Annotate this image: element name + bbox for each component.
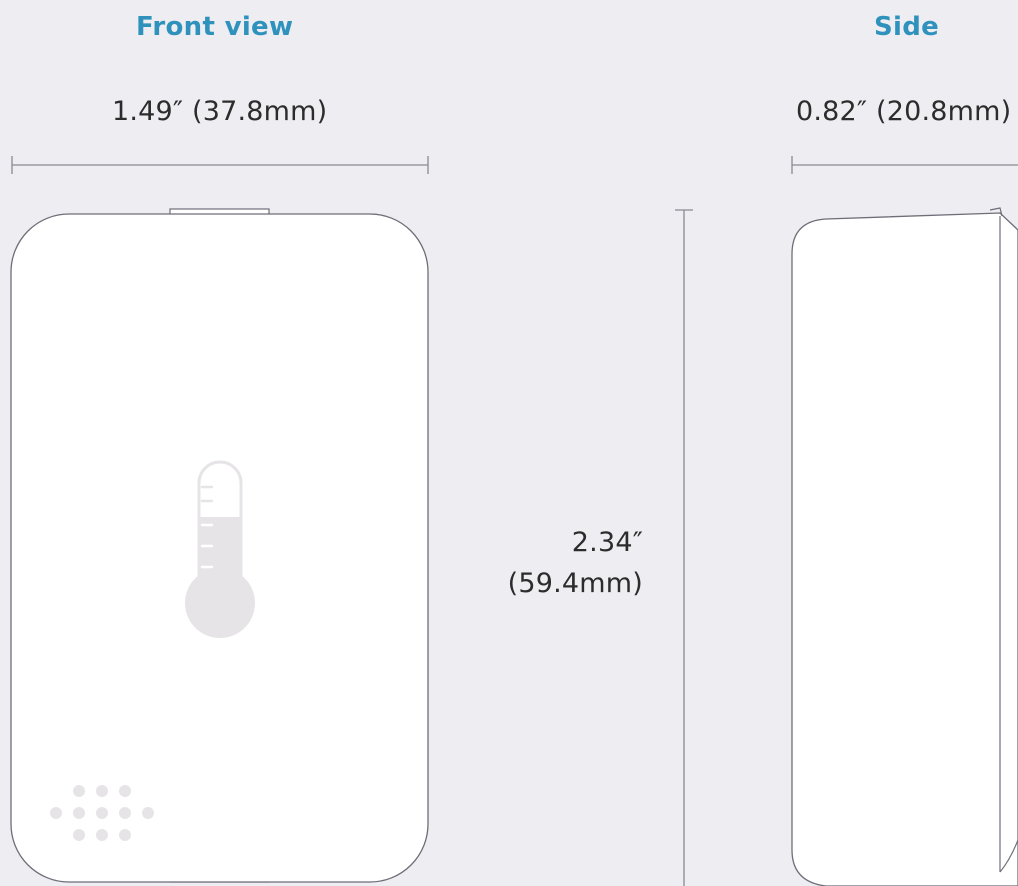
side-body bbox=[791, 212, 1018, 886]
width-dimension-line bbox=[11, 156, 429, 174]
front-view-device bbox=[10, 208, 429, 883]
depth-dimension-line bbox=[791, 156, 1018, 174]
dimension-drawing bbox=[10, 156, 1018, 886]
height-dimension-line bbox=[675, 209, 693, 886]
side-view-device bbox=[791, 207, 1018, 886]
